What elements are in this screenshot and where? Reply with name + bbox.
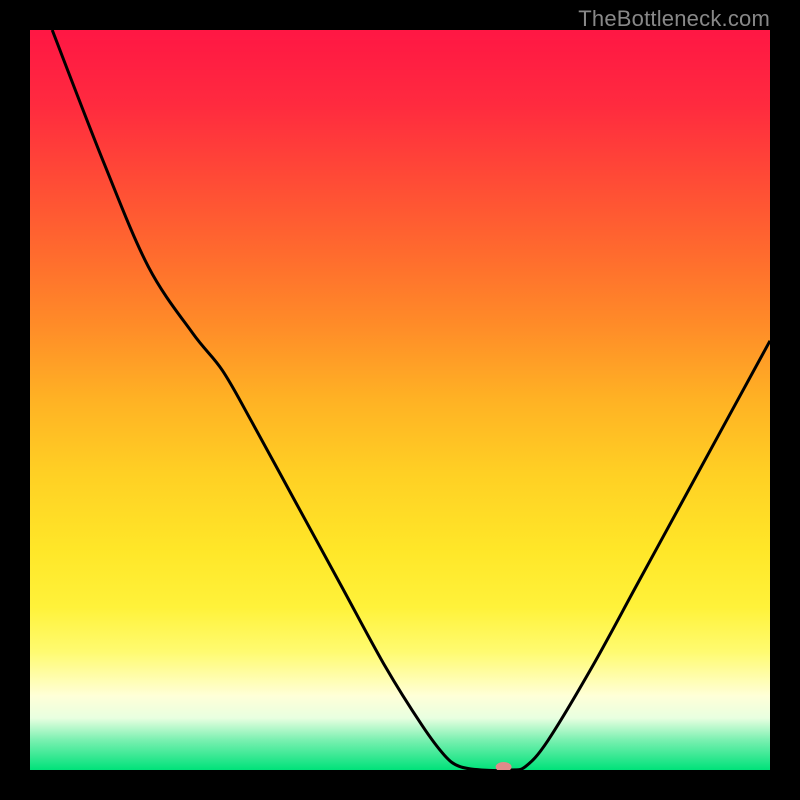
chart-container: TheBottleneck.com: [0, 0, 800, 800]
chart-svg: [30, 30, 770, 770]
plot-area: [30, 30, 770, 770]
gradient-background: [30, 30, 770, 770]
watermark-text: TheBottleneck.com: [578, 6, 770, 32]
